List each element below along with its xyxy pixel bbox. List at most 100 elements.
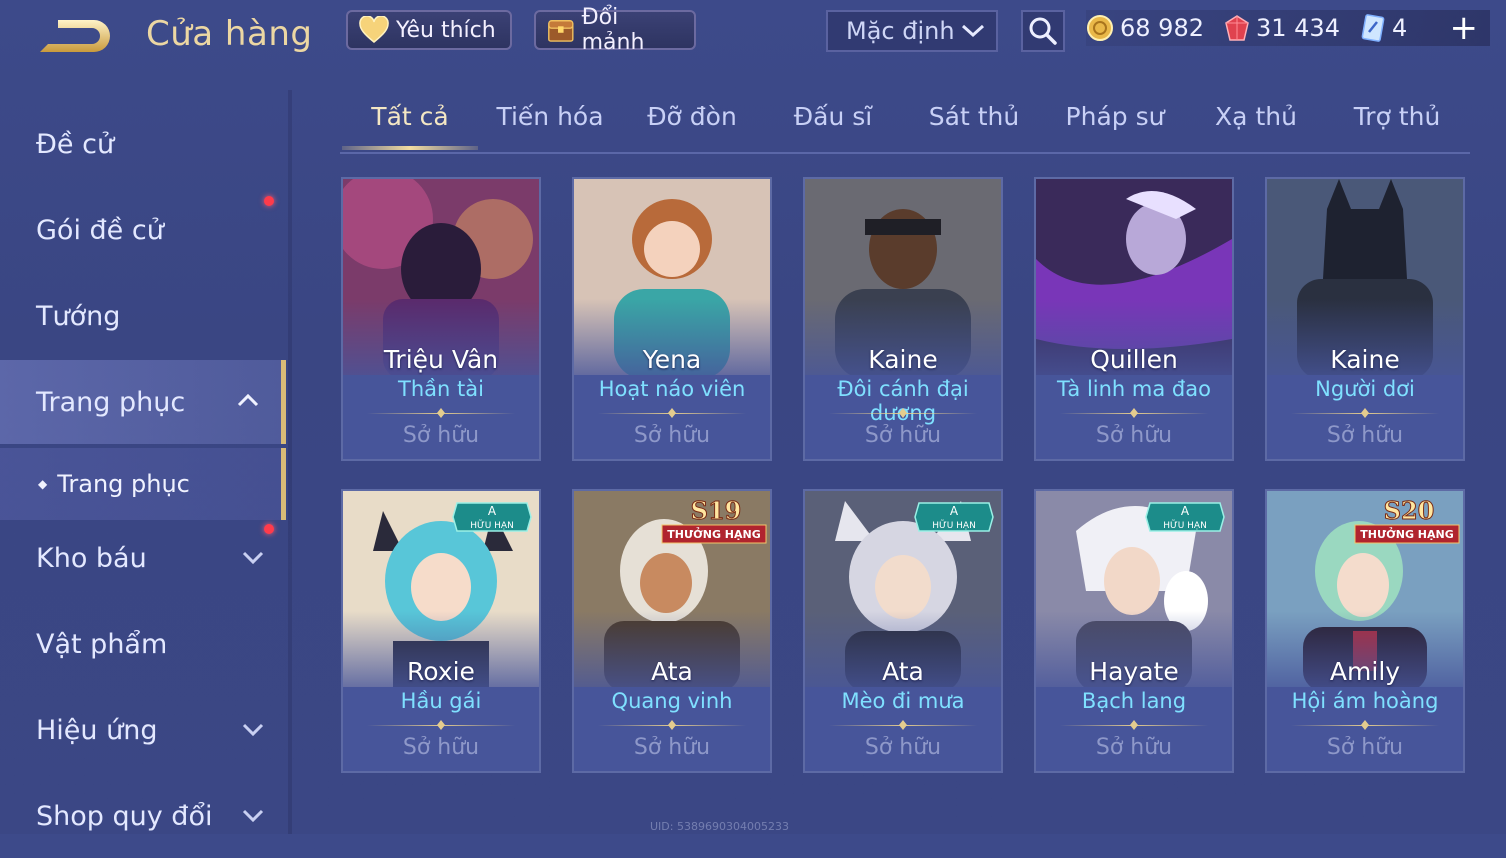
heart-icon <box>359 16 389 43</box>
badge-caption: HỮU HẠN <box>1163 519 1207 531</box>
hero-name: Quillen <box>1090 345 1178 374</box>
exchange-button[interactable]: Đổi mảnh <box>534 5 696 55</box>
season-label: S20 <box>1384 496 1435 525</box>
ownership-status: Sở hữu <box>402 423 480 448</box>
tab-assassin[interactable]: Sát thủ <box>904 102 1044 131</box>
skin-name: Hầu gái <box>400 689 482 713</box>
rank-reward-badge: S19 THƯỞNG HẠNG <box>661 496 767 544</box>
chevron-up-icon <box>237 393 259 407</box>
sidebar-item-label: Kho báu <box>36 542 147 574</box>
red-gem-icon <box>1225 15 1249 41</box>
tab-evolution[interactable]: Tiến hóa <box>480 102 620 131</box>
voucher-currency: 31 434 <box>1224 14 1340 42</box>
diamond-ornament-icon <box>899 408 907 418</box>
card-fade <box>343 611 539 701</box>
limited-badge: A HỮU HẠN <box>452 502 532 532</box>
tab-all[interactable]: Tất cả <box>340 102 480 131</box>
sidebar-item-skins[interactable]: Trang phục <box>0 360 286 444</box>
diamond-ornament-icon <box>1130 720 1138 730</box>
hero-name: Kaine <box>868 345 938 374</box>
page-title: Cửa hàng <box>146 14 313 54</box>
sidebar-item-label: Trang phục <box>36 386 186 418</box>
limited-badge: A HỮU HẠN <box>1145 502 1225 532</box>
active-tab-indicator <box>342 146 478 150</box>
skin-name: Mèo đi mưa <box>841 689 965 713</box>
ticket-currency: 4 <box>1360 14 1407 42</box>
diamond-ornament-icon <box>1361 408 1369 418</box>
exchange-label: Đổi mảnh <box>581 5 645 55</box>
ownership-status: Sở hữu <box>633 423 711 448</box>
limited-badge: A HỮU HẠN <box>914 502 994 532</box>
tab-marksman[interactable]: Xạ thủ <box>1186 102 1326 131</box>
gold-amount: 68 982 <box>1120 14 1204 42</box>
ticket-amount: 4 <box>1391 14 1408 42</box>
add-currency-button[interactable]: + <box>1450 11 1479 45</box>
badge-caption: HỮU HẠN <box>470 519 514 531</box>
diamond-ornament-icon <box>668 408 676 418</box>
sidebar-item-exchange-shop[interactable]: Shop quy đổi <box>0 774 286 858</box>
sidebar-item-label: Đề cử <box>36 128 115 160</box>
sort-dropdown[interactable]: Mặc định <box>826 10 998 52</box>
skin-card[interactable]: Yena Hoạt náo viên Sở hữu <box>572 177 772 461</box>
sidebar-item-treasure[interactable]: Kho báu <box>0 516 286 600</box>
skin-card[interactable]: A HỮU HẠN Hayate Bạch lang Sở hữu <box>1034 489 1234 773</box>
hero-name: Ata <box>882 657 924 686</box>
ownership-status: Sở hữu <box>864 423 942 448</box>
favorites-button[interactable]: Yêu thích <box>346 10 512 50</box>
sidebar-item-recommended-bundles[interactable]: Gói đề cử <box>0 188 286 272</box>
skin-card[interactable]: A HỮU HẠN Roxie Hầu gái Sở hữu <box>341 489 541 773</box>
badge-caption: THƯỞNG HẠNG <box>1360 527 1454 541</box>
top-bar: Cửa hàng Yêu thích Đổi mảnh Mặc định 68 … <box>0 0 1506 72</box>
gold-currency: 68 982 <box>1086 14 1204 42</box>
diamond-ornament-icon <box>899 720 907 730</box>
tab-fighter[interactable]: Đấu sĩ <box>763 102 903 131</box>
card-fade <box>805 299 1001 389</box>
skin-card[interactable]: Kaine Người dơi Sở hữu <box>1265 177 1465 461</box>
hero-name: Hayate <box>1089 657 1179 686</box>
sidebar: Đề cử Gói đề cử Tướng Trang phục ◆ Trang… <box>0 90 290 834</box>
notification-dot <box>264 196 274 206</box>
sidebar-item-label: Vật phẩm <box>36 628 168 660</box>
hero-name: Yena <box>642 345 702 374</box>
search-button[interactable] <box>1021 10 1065 52</box>
badge-caption: THƯỞNG HẠNG <box>667 527 761 541</box>
card-fade <box>1267 299 1463 389</box>
skin-card[interactable]: Kaine Đôi cánh đại dương Sở hữu <box>803 177 1003 461</box>
badge-grade: A <box>950 504 959 518</box>
card-fade <box>1036 611 1232 701</box>
ownership-status: Sở hữu <box>633 735 711 760</box>
skin-card[interactable]: A HỮU HẠN Ata Mèo đi mưa Sở hữu <box>803 489 1003 773</box>
card-fade <box>805 611 1001 701</box>
hero-name: Ata <box>651 657 693 686</box>
ownership-status: Sở hữu <box>1326 423 1404 448</box>
badge-grade: A <box>488 504 497 518</box>
sidebar-item-items[interactable]: Vật phẩm <box>0 602 286 686</box>
tab-support[interactable]: Trợ thủ <box>1327 102 1467 131</box>
diamond-ornament-icon <box>1130 408 1138 418</box>
tab-tank[interactable]: Đỡ đòn <box>622 102 762 131</box>
skin-name: Hội ám hoàng <box>1291 689 1439 713</box>
badge-grade: A <box>1181 504 1190 518</box>
skin-card[interactable]: S19 THƯỞNG HẠNG Ata Quang vinh Sở hữu <box>572 489 772 773</box>
chevron-down-icon <box>242 551 264 565</box>
skin-name: Bạch lang <box>1081 689 1187 713</box>
skin-card[interactable]: Quillen Tà linh ma đao Sở hữu <box>1034 177 1234 461</box>
favorites-label: Yêu thích <box>396 17 496 43</box>
card-fade <box>343 299 539 389</box>
sidebar-item-effects[interactable]: Hiệu ứng <box>0 688 286 772</box>
skin-card[interactable]: Triệu Vân Thần tài Sở hữu <box>341 177 541 461</box>
sidebar-subitem-skins[interactable]: ◆ Trang phục <box>0 448 286 520</box>
tab-mage[interactable]: Pháp sư <box>1045 102 1185 131</box>
sidebar-item-recommended[interactable]: Đề cử <box>0 102 286 186</box>
sidebar-item-label: Shop quy đổi <box>36 800 213 832</box>
sort-label: Mặc định <box>846 17 955 45</box>
diamond-ornament-icon <box>1361 720 1369 730</box>
badge-caption: HỮU HẠN <box>932 519 976 531</box>
skin-card[interactable]: S20 THƯỞNG HẠNG Amily Hội ám hoàng Sở hữ… <box>1265 489 1465 773</box>
diamond-ornament-icon <box>437 408 445 418</box>
sidebar-item-label: Gói đề cử <box>36 214 164 246</box>
hero-name: Roxie <box>407 657 475 686</box>
skin-name: Người dơi <box>1315 377 1415 401</box>
back-icon[interactable] <box>36 14 114 58</box>
sidebar-item-heroes[interactable]: Tướng <box>0 274 286 358</box>
